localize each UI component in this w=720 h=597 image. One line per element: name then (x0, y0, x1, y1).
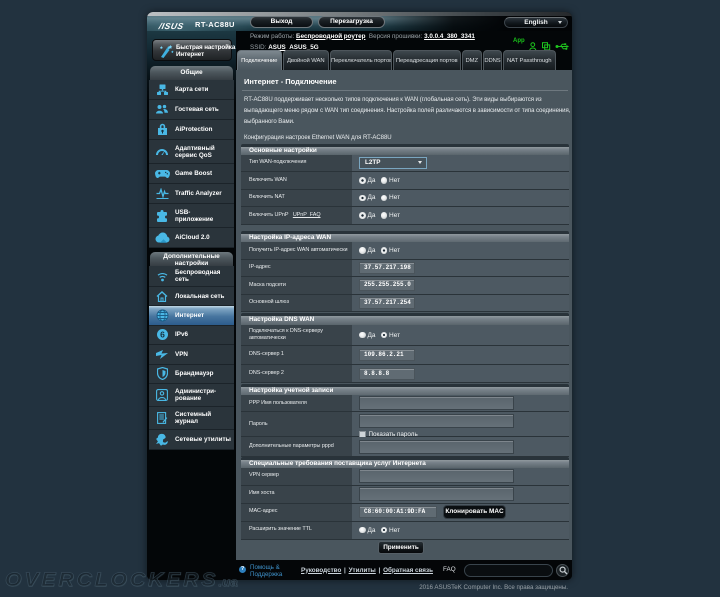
svg-text:6: 6 (160, 330, 165, 340)
